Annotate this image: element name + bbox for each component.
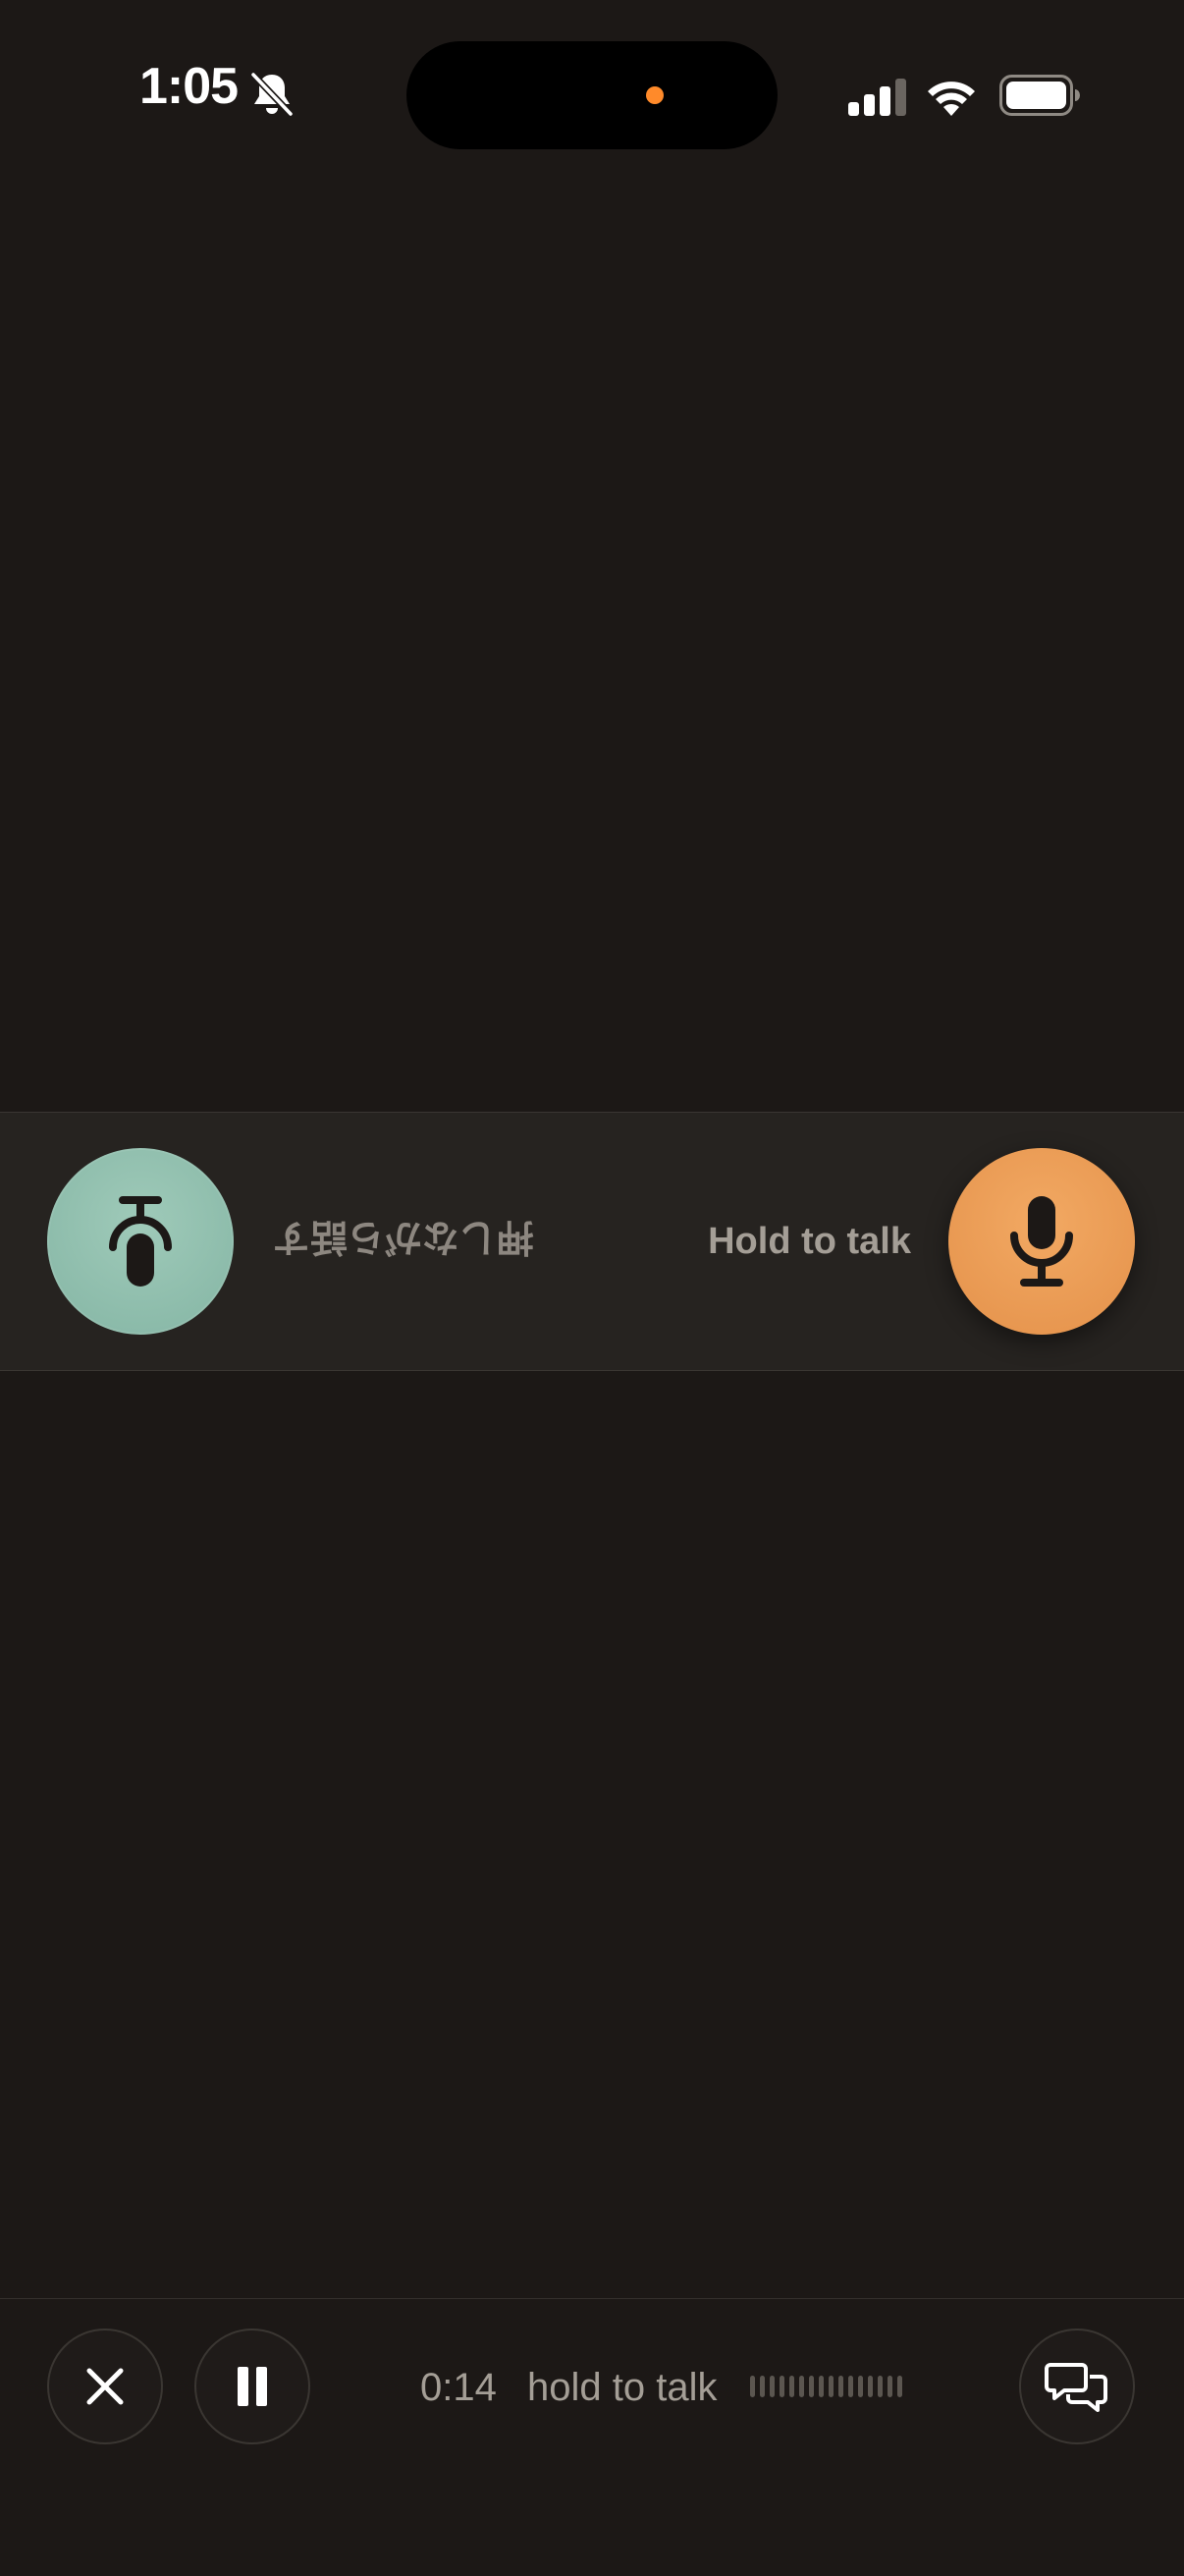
- session-timer: 0:14: [420, 2366, 497, 2409]
- microphone-icon: [1010, 1196, 1073, 1287]
- pause-button[interactable]: [194, 2329, 310, 2444]
- close-icon: [86, 2368, 124, 2405]
- cellular-signal-icon: [848, 79, 906, 116]
- hold-to-talk-label-japanese: 押しながら話す: [273, 1216, 535, 1259]
- recording-indicator-dot: [646, 86, 664, 104]
- hold-to-talk-button[interactable]: [948, 1148, 1135, 1335]
- chat-bubbles-icon: [1045, 2363, 1107, 2412]
- status-text: hold to talk: [527, 2366, 718, 2409]
- dynamic-island: [406, 41, 778, 149]
- microphone-icon: [109, 1196, 172, 1287]
- bottom-toolbar: 0:14 hold to talk: [0, 2298, 1184, 2576]
- waveform-icon: [750, 2374, 917, 2399]
- close-button[interactable]: [47, 2329, 163, 2444]
- pause-icon: [238, 2367, 267, 2406]
- status-time: 1:05: [139, 58, 239, 115]
- talk-strip: 押しながら話す Hold to talk: [0, 1112, 1184, 1371]
- hold-to-talk-label: Hold to talk: [708, 1221, 911, 1262]
- chat-button[interactable]: [1019, 2329, 1135, 2444]
- bell-slash-icon: [249, 71, 295, 118]
- wifi-icon: [928, 82, 975, 116]
- battery-icon: [999, 75, 1080, 116]
- hold-to-talk-button-flipped[interactable]: [47, 1148, 234, 1335]
